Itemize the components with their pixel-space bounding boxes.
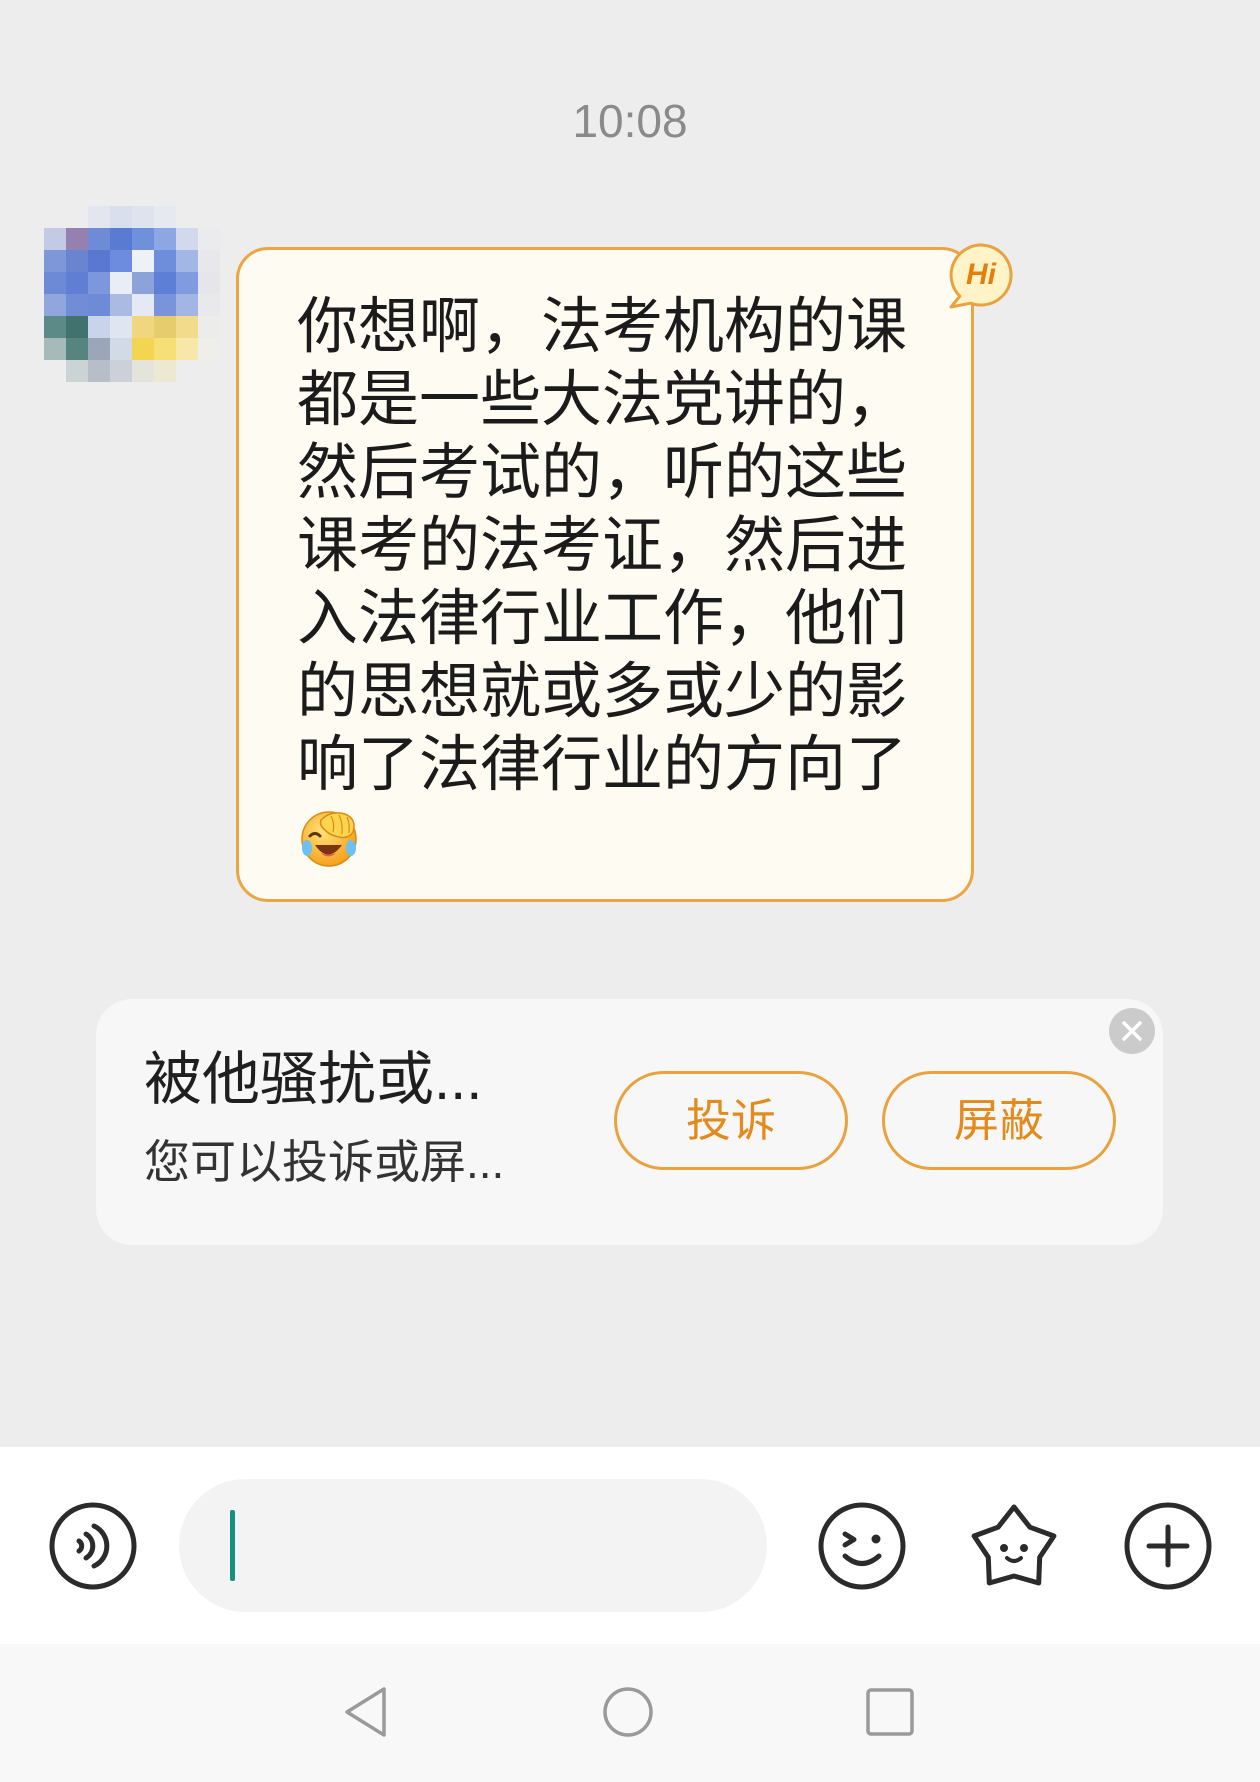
nav-back-button[interactable]	[340, 1684, 390, 1740]
avatar-pixel	[88, 206, 110, 228]
avatar-pixel	[132, 206, 154, 228]
avatar-pixel	[154, 360, 176, 382]
avatar-pixel	[66, 316, 88, 338]
avatar-pixel	[44, 272, 66, 294]
avatar-pixel	[110, 206, 132, 228]
avatar-pixel	[88, 316, 110, 338]
avatar-pixel	[110, 294, 132, 316]
avatar-pixel	[154, 316, 176, 338]
avatar-pixel	[176, 250, 198, 272]
message-timestamp: 10:08	[572, 95, 688, 147]
avatar-pixel	[66, 228, 88, 250]
avatar-pixel	[198, 294, 220, 316]
text-caret	[230, 1510, 235, 1581]
avatar-pixel	[132, 338, 154, 360]
avatar-pixel	[44, 294, 66, 316]
message-input[interactable]	[179, 1479, 767, 1612]
message-bubble[interactable]: 你想啊，法考机构的课都是一些大法党讲的，然后考试的，听的这些课考的法考证，然后进…	[236, 247, 974, 902]
avatar-pixel	[154, 294, 176, 316]
avatar-pixel	[198, 228, 220, 250]
avatar-pixel	[44, 338, 66, 360]
avatar-pixel	[132, 316, 154, 338]
avatar-pixel	[176, 360, 198, 382]
avatar-pixel	[198, 250, 220, 272]
message-input-field[interactable]	[179, 1479, 767, 1612]
smiley-wink-icon	[818, 1502, 906, 1590]
chat-input-bar	[0, 1447, 1260, 1644]
avatar-pixel	[198, 360, 220, 382]
avatar-pixel	[88, 294, 110, 316]
voice-input-button[interactable]	[48, 1501, 138, 1591]
avatar-pixel	[154, 338, 176, 360]
avatar-pixel	[66, 294, 88, 316]
prompt-title: 被他骚扰或...	[144, 1047, 483, 1112]
avatar-pixel	[44, 360, 66, 382]
recents-square-icon	[866, 1688, 914, 1736]
plus-circle-icon	[1124, 1502, 1212, 1590]
avatar-pixel	[132, 272, 154, 294]
avatar-pixel	[198, 272, 220, 294]
close-prompt-button[interactable]	[1109, 1008, 1155, 1054]
message-text: 你想啊，法考机构的课都是一些大法党讲的，然后考试的，听的这些课考的法考证，然后进…	[297, 292, 908, 798]
avatar-pixel	[66, 272, 88, 294]
avatar-pixel	[110, 228, 132, 250]
avatar-pixel	[154, 250, 176, 272]
prompt-subtitle: 您可以投诉或屏...	[144, 1136, 505, 1188]
avatar-pixel	[176, 228, 198, 250]
avatar-pixel	[44, 206, 66, 228]
avatar-pixel	[44, 316, 66, 338]
avatar-pixel	[198, 338, 220, 360]
home-circle-icon	[603, 1687, 653, 1737]
avatar-pixel	[176, 206, 198, 228]
avatar-pixel	[44, 228, 66, 250]
avatar-pixel	[176, 338, 198, 360]
avatar-pixel	[88, 360, 110, 382]
close-icon	[1109, 1008, 1155, 1054]
avatar-pixel	[154, 228, 176, 250]
avatar-pixel	[132, 250, 154, 272]
avatar-pixel	[88, 250, 110, 272]
avatar-pixel	[132, 294, 154, 316]
block-button[interactable]: 屏蔽	[882, 1071, 1116, 1170]
avatar-pixel	[132, 360, 154, 382]
facepalm-emoji-icon	[301, 811, 357, 867]
chat-screen: 10:08 你想啊，法考机构的课都是一些大法党讲的，然后考试的，听的这些课考的法…	[0, 0, 1260, 1782]
harassment-prompt-card: 被他骚扰或... 您可以投诉或屏... 投诉 屏蔽	[96, 999, 1163, 1245]
hi-badge: Hi	[943, 241, 1015, 313]
avatar-pixel	[66, 360, 88, 382]
avatar-pixel	[154, 206, 176, 228]
avatar-pixel	[44, 250, 66, 272]
avatar-pixel	[88, 228, 110, 250]
avatar-pixel	[110, 272, 132, 294]
back-triangle-icon	[345, 1687, 386, 1737]
sticker-button[interactable]	[966, 1497, 1062, 1593]
avatar-pixel	[176, 294, 198, 316]
hi-badge-label: Hi	[966, 258, 996, 291]
system-nav-bar	[0, 1644, 1260, 1782]
avatar-pixel	[110, 338, 132, 360]
avatar-pixel	[110, 360, 132, 382]
voice-icon	[49, 1502, 137, 1590]
avatar-pixel	[66, 250, 88, 272]
avatar-pixel	[110, 250, 132, 272]
avatar-pixel	[176, 316, 198, 338]
avatar-pixel	[154, 272, 176, 294]
avatar-pixel	[110, 316, 132, 338]
nav-recents-button[interactable]	[866, 1688, 914, 1736]
avatar-pixel	[132, 228, 154, 250]
star-face-icon	[971, 1504, 1057, 1586]
avatar-pixel	[88, 338, 110, 360]
avatar-pixel	[198, 206, 220, 228]
report-button[interactable]: 投诉	[614, 1071, 848, 1170]
avatar-pixel	[88, 272, 110, 294]
nav-home-button[interactable]	[602, 1686, 654, 1738]
avatar-pixel	[198, 316, 220, 338]
avatar-pixel	[66, 206, 88, 228]
avatar-pixel	[176, 272, 198, 294]
emoji-button[interactable]	[817, 1501, 907, 1591]
avatar-pixel	[66, 338, 88, 360]
more-actions-button[interactable]	[1123, 1501, 1213, 1591]
sender-avatar[interactable]	[44, 206, 220, 382]
